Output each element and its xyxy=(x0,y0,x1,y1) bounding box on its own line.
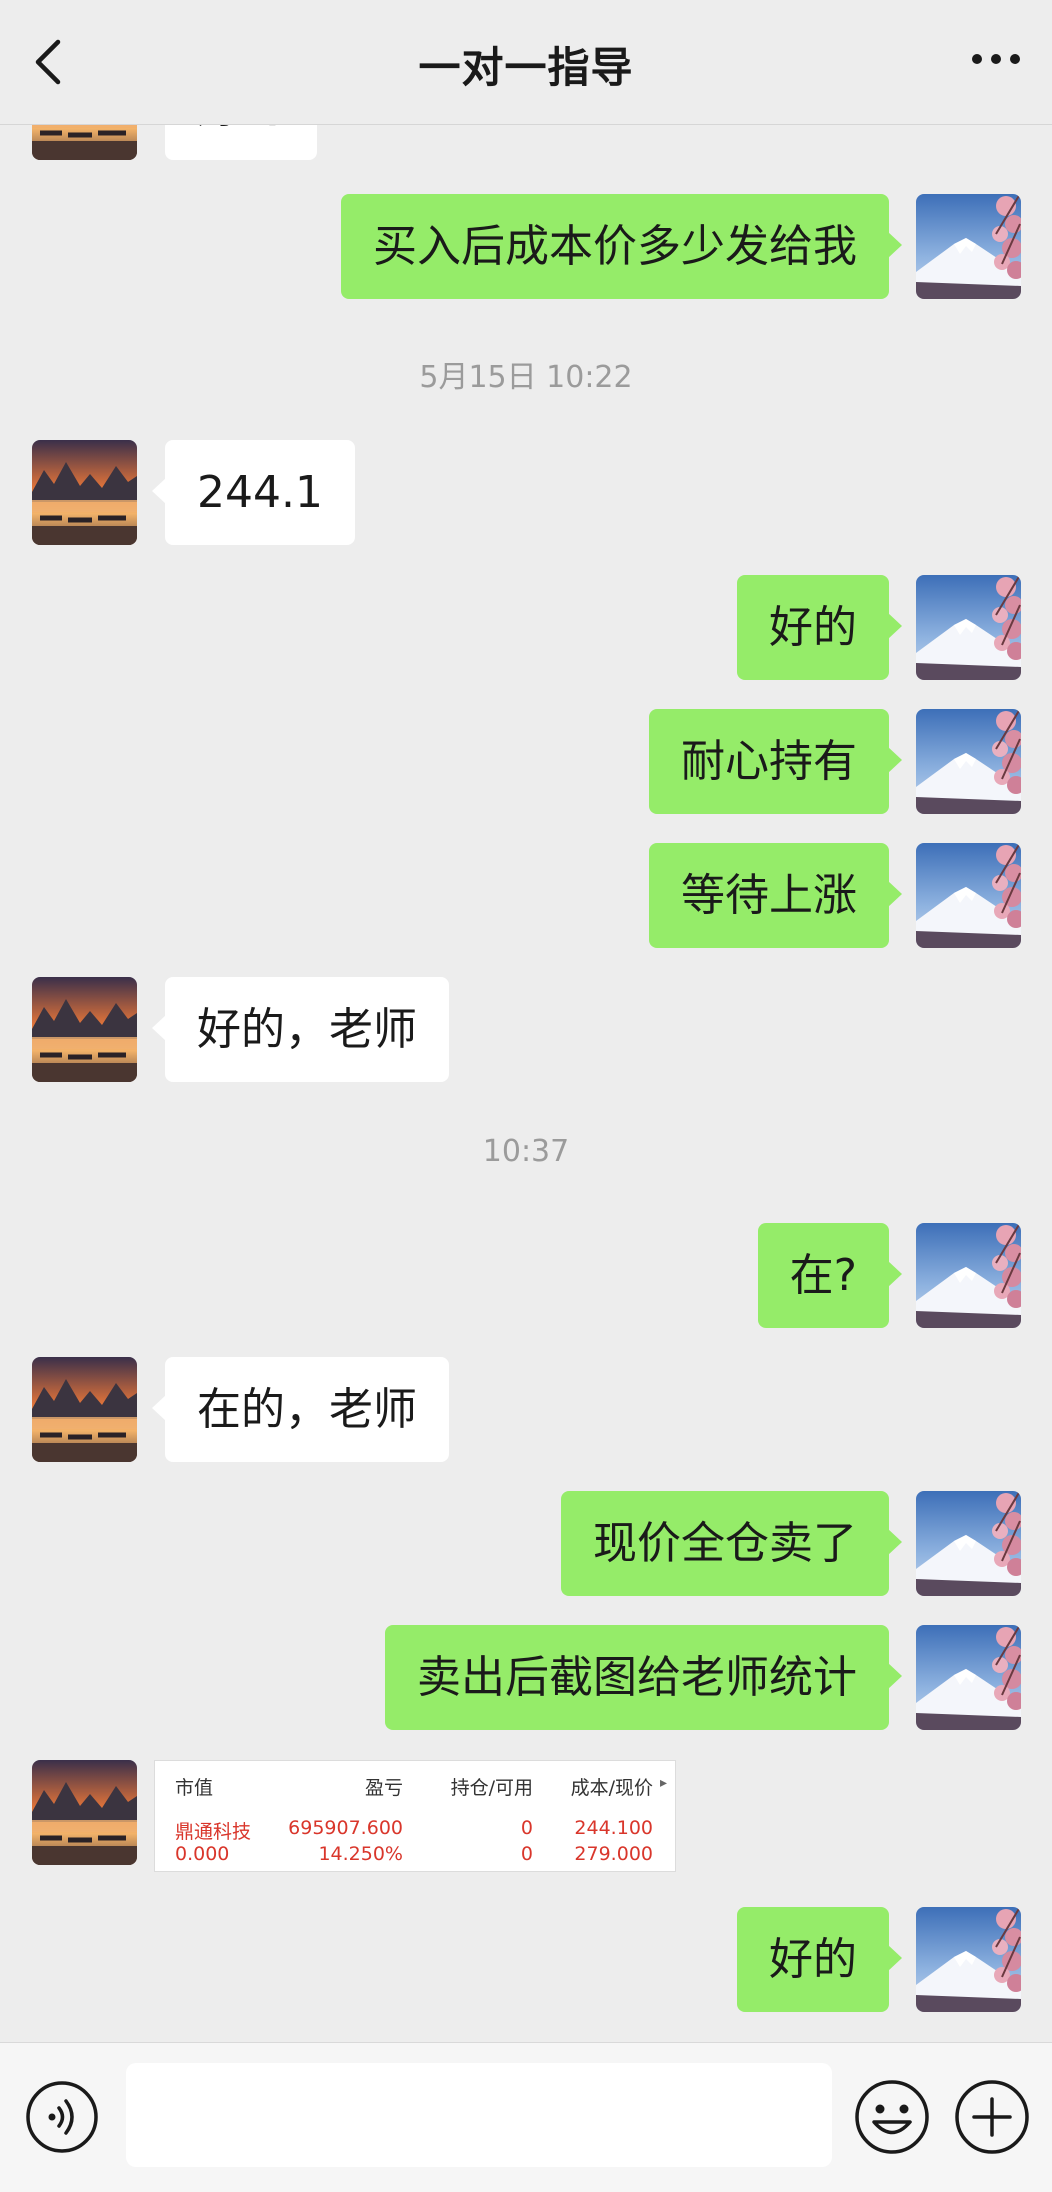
contact-avatar[interactable] xyxy=(32,1760,137,1865)
my-avatar[interactable] xyxy=(916,843,1021,948)
message-bubble[interactable]: 好的 xyxy=(165,124,317,160)
col-header-cost-price: 成本/现价 xyxy=(570,1777,653,1799)
message-bubble[interactable]: 好的 xyxy=(737,575,902,680)
message-bubble[interactable]: 好的 xyxy=(737,1907,902,2012)
contact-avatar[interactable] xyxy=(32,1357,137,1462)
my-avatar[interactable] xyxy=(916,194,1021,299)
col-header-profit: 盈亏 xyxy=(364,1777,403,1799)
my-avatar[interactable] xyxy=(916,575,1021,680)
col-header-market-value: 市值 xyxy=(175,1777,214,1799)
voice-icon[interactable] xyxy=(24,2079,100,2155)
message-bubble[interactable]: 好的，老师 xyxy=(152,977,449,1082)
chat-title: 一对一指导 xyxy=(418,43,634,92)
my-avatar[interactable] xyxy=(916,709,1021,814)
message-bubble[interactable]: 买入后成本价多少发给我 xyxy=(341,194,902,299)
my-avatar[interactable] xyxy=(916,1907,1021,2012)
message-input[interactable] xyxy=(126,2063,832,2167)
contact-avatar[interactable] xyxy=(32,440,137,545)
col-header-position: 持仓/可用 xyxy=(450,1777,533,1799)
stock-market-value: 0.000 xyxy=(175,1843,230,1865)
message-bubble[interactable]: 在的，老师 xyxy=(152,1357,449,1462)
my-avatar[interactable] xyxy=(916,1223,1021,1328)
stock-position: 0 xyxy=(520,1817,533,1839)
message-bubble[interactable]: 在? xyxy=(757,1223,903,1328)
stock-name: 鼎通科技 xyxy=(175,1821,252,1843)
message-bubble[interactable]: 耐心持有 xyxy=(649,709,902,814)
my-avatar[interactable] xyxy=(916,1625,1021,1730)
stock-cost: 244.100 xyxy=(574,1817,653,1839)
more-dots-icon[interactable] xyxy=(970,50,1022,68)
stock-screenshot-image[interactable]: 市值 盈亏 持仓/可用 成本/现价 ▸ 鼎通科技 695907.600 0 24… xyxy=(154,1760,676,1872)
stock-profit-percent: 14.250% xyxy=(318,1843,403,1865)
message-bubble[interactable]: 卖出后截图给老师统计 xyxy=(385,1625,902,1730)
chat-header: 一对一指导 xyxy=(0,0,1052,125)
message-bubble[interactable]: 现价全仓卖了 xyxy=(561,1491,902,1596)
chevron-right-icon: ▸ xyxy=(659,1775,667,1791)
contact-avatar[interactable] xyxy=(32,124,137,160)
stock-available: 0 xyxy=(520,1843,533,1865)
input-bar xyxy=(0,2042,1052,2192)
timestamp: 10:37 xyxy=(482,1134,570,1169)
my-avatar[interactable] xyxy=(916,1491,1021,1596)
stock-current-price: 279.000 xyxy=(574,1843,653,1865)
contact-avatar[interactable] xyxy=(32,977,137,1082)
message-bubble[interactable]: 244.1 xyxy=(152,440,355,545)
plus-icon[interactable] xyxy=(952,2077,1032,2157)
timestamp: 5月15日 10:22 xyxy=(419,360,633,395)
message-list[interactable]: 好的 买入后成本价多少发给我 5月15日 10:22 244.1 好的 耐心持有… xyxy=(0,124,1052,2042)
stock-profit-value: 695907.600 xyxy=(288,1817,403,1839)
emoji-icon[interactable] xyxy=(852,2077,932,2157)
message-bubble[interactable]: 等待上涨 xyxy=(649,843,902,948)
